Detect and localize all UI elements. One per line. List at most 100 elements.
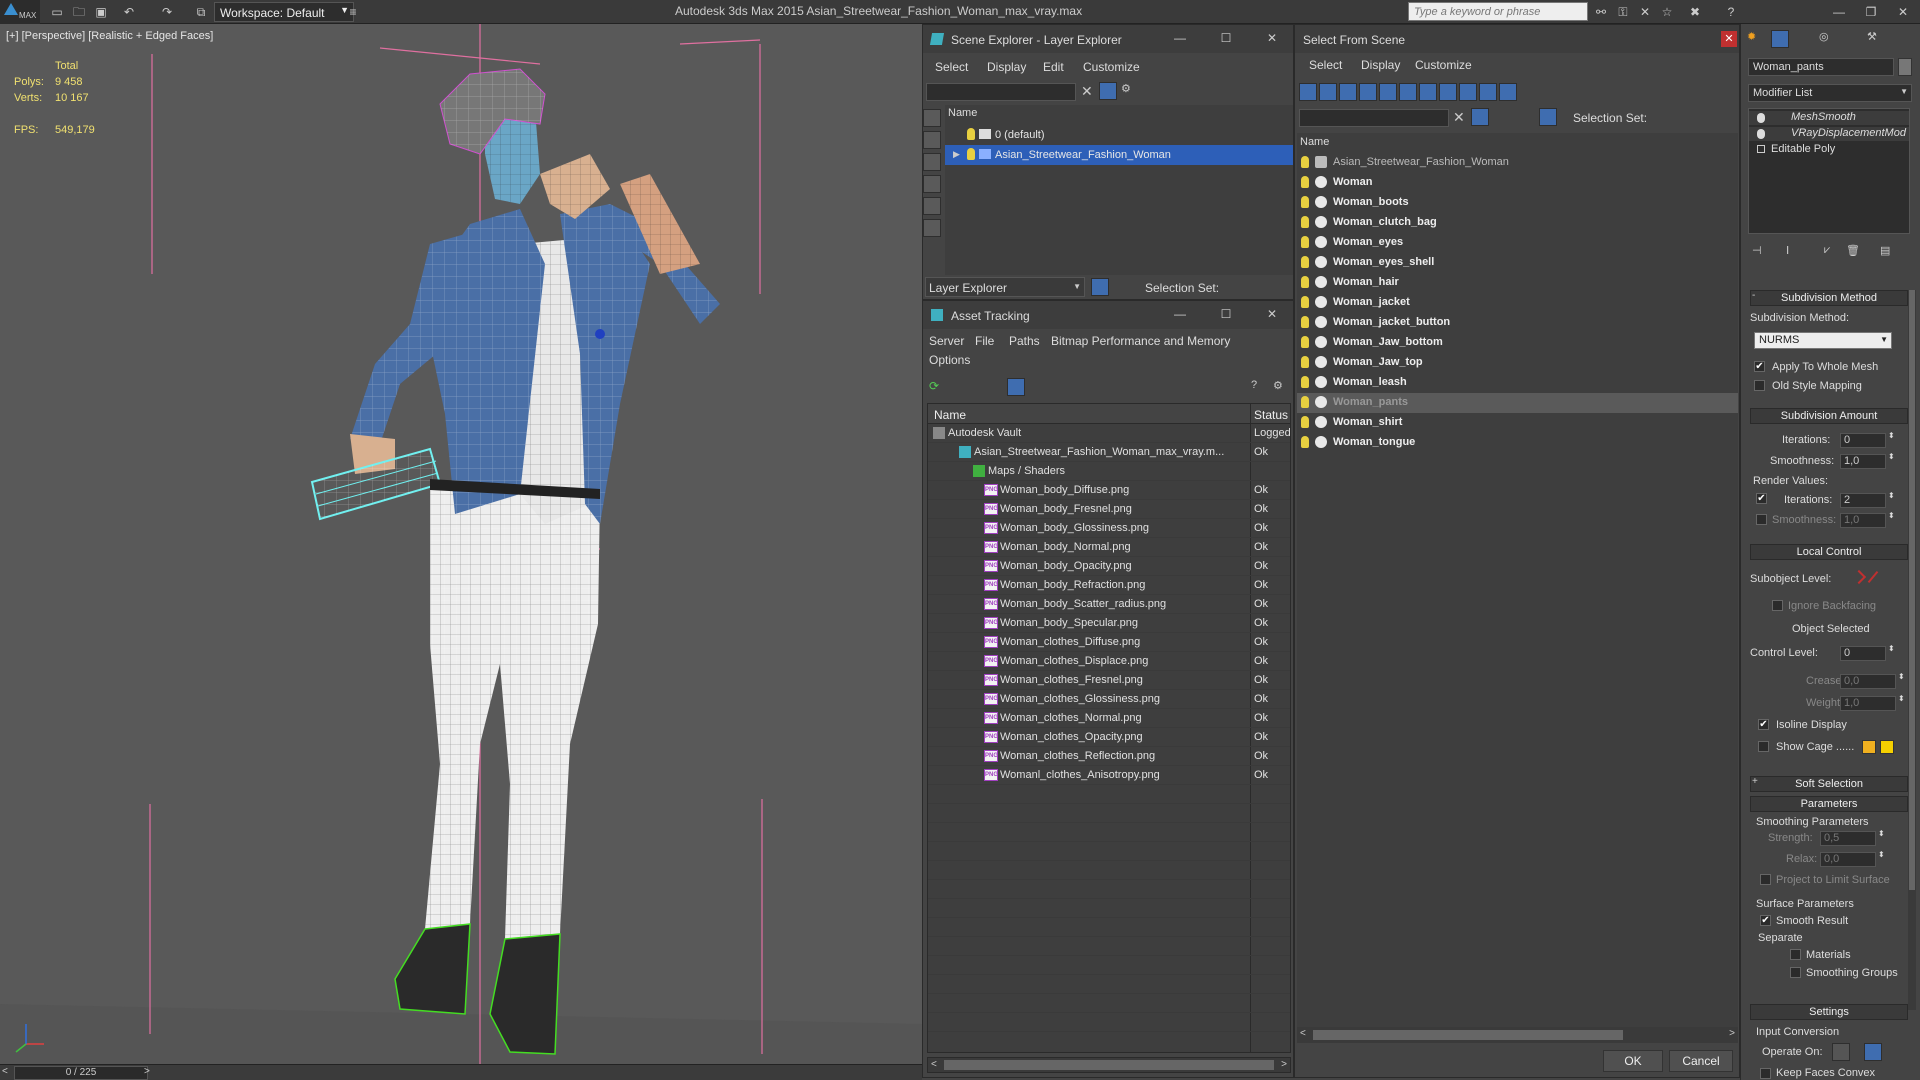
ignore-backfacing-checkbox[interactable] (1772, 600, 1783, 611)
app-logo[interactable]: MAX (0, 0, 40, 24)
menu-edit[interactable]: Edit (1043, 60, 1064, 74)
collapse-icon[interactable] (1665, 83, 1683, 101)
scroll-thumb[interactable] (1909, 290, 1915, 890)
spinner-arrows-icon[interactable]: ⬍ (1888, 452, 1895, 461)
menu-display[interactable]: Display (987, 60, 1026, 74)
subdivision-method-dropdown[interactable]: NURMS ▼ (1754, 332, 1892, 349)
asset-file-row[interactable]: PNG Woman_body_Fresnel.png Ok (928, 500, 1290, 519)
menu-bitmap-performance[interactable]: Bitmap Performance and Memory (1051, 334, 1230, 348)
object-row[interactable]: Woman_Jaw_bottom (1297, 333, 1738, 353)
make-unique-icon[interactable]: ⩗ (1824, 244, 1842, 262)
asset-file-row[interactable]: PNG Woman_body_Diffuse.png Ok (928, 481, 1290, 500)
light-bulb-icon[interactable] (1301, 216, 1309, 228)
object-row[interactable]: Woman_eyes (1297, 233, 1738, 253)
tools-icon[interactable]: ✖ (1686, 3, 1704, 21)
asset-vault-row[interactable]: Autodesk Vault Logged (928, 424, 1290, 443)
prev-frame-icon[interactable]: < (2, 1066, 8, 1077)
display-lights-icon[interactable] (923, 175, 941, 193)
light-bulb-icon[interactable] (1301, 416, 1309, 428)
asset-scene-row[interactable]: Asian_Streetwear_Fashion_Woman_max_vray.… (928, 443, 1290, 462)
close-icon[interactable]: ✕ (1721, 31, 1737, 47)
motion-tab-icon[interactable]: ◎ (1819, 30, 1837, 48)
table-view-icon[interactable] (1007, 378, 1025, 396)
rollout-local-control[interactable]: Local Control (1750, 544, 1908, 560)
display-cameras-icon[interactable] (923, 197, 941, 215)
bulb-icon[interactable] (1757, 113, 1765, 123)
bulb-icon[interactable] (1757, 129, 1765, 139)
display-shapes-icon[interactable] (1319, 83, 1337, 101)
column-header-name[interactable]: Name (1300, 136, 1329, 148)
collapse-icon[interactable]: - (1752, 290, 1755, 301)
new-file-icon[interactable]: ▭ (48, 3, 66, 21)
next-frame-icon[interactable]: > (144, 1066, 150, 1077)
display-geometry-icon[interactable] (1299, 83, 1317, 101)
stack-item-vray-displacement[interactable]: VRayDisplacementMod (1749, 127, 1909, 141)
pin-stack-icon[interactable]: ⊣ (1752, 244, 1770, 262)
render-smoothness-checkbox[interactable] (1756, 514, 1767, 525)
object-row[interactable]: Woman_jacket (1297, 293, 1738, 313)
spinner-arrows-icon[interactable]: ⬍ (1888, 491, 1895, 500)
layer-explorer-mode-icon[interactable] (1091, 278, 1109, 296)
hierarchy-icon[interactable] (1645, 83, 1663, 101)
light-bulb-icon[interactable] (1301, 436, 1309, 448)
light-bulb-icon[interactable] (1301, 156, 1309, 168)
hierarchy-tab-icon[interactable] (1795, 30, 1813, 48)
asset-file-row[interactable]: PNG Woman_clothes_Diffuse.png Ok (928, 633, 1290, 652)
cancel-button[interactable]: Cancel (1669, 1050, 1733, 1072)
asset-file-row[interactable]: PNG Woman_body_Normal.png Ok (928, 538, 1290, 557)
menu-server[interactable]: Server (929, 334, 964, 348)
object-color-swatch[interactable] (1898, 58, 1912, 76)
restore-icon[interactable]: ❐ (1862, 3, 1880, 21)
spinner-arrows-icon[interactable]: ⬍ (1888, 511, 1895, 520)
asset-file-row[interactable]: PNG Woman_body_Refraction.png Ok (928, 576, 1290, 595)
expand-icon[interactable] (1757, 145, 1765, 153)
select-all-icon[interactable] (1555, 83, 1573, 101)
rollout-subdivision-method[interactable]: Subdivision Method (1750, 290, 1908, 306)
spinner-arrows-icon[interactable]: ⬍ (1878, 829, 1885, 838)
display-xrefs-icon[interactable] (1439, 83, 1457, 101)
spinner-arrows-icon[interactable]: ⬍ (1898, 694, 1905, 703)
object-row[interactable]: Woman (1297, 173, 1738, 193)
utilities-tab-icon[interactable]: ⚒ (1867, 30, 1885, 48)
asset-file-row[interactable]: PNG Woman_clothes_Normal.png Ok (928, 709, 1290, 728)
light-bulb-icon[interactable] (1301, 276, 1309, 288)
display-shapes-icon[interactable] (923, 153, 941, 171)
close-icon[interactable]: ✕ (1265, 307, 1279, 321)
menu-expand-icon[interactable]: ≡ (344, 3, 362, 21)
clear-search-icon[interactable]: ✕ (1081, 83, 1093, 100)
refresh-icon[interactable]: ⟳ (929, 379, 947, 397)
key-icon[interactable]: ⚿ (1614, 3, 1632, 21)
asset-folder-row[interactable]: Maps / Shaders (928, 462, 1290, 481)
render-smoothness-spinner[interactable]: 1,0 (1840, 513, 1886, 528)
display-lights-icon[interactable] (1339, 83, 1357, 101)
asset-file-row[interactable]: PNG Womanl_clothes_Anisotropy.png Ok (928, 766, 1290, 785)
light-bulb-icon[interactable] (1301, 356, 1309, 368)
menu-customize[interactable]: Customize (1083, 60, 1140, 74)
menu-customize[interactable]: Customize (1415, 58, 1472, 72)
object-row[interactable]: Woman_Jaw_top (1297, 353, 1738, 373)
menu-file[interactable]: File (975, 334, 994, 348)
close-icon[interactable]: ✕ (1265, 31, 1279, 45)
stack-item-meshsmooth[interactable]: MeshSmooth (1749, 111, 1909, 125)
show-end-result-icon[interactable]: Ⅰ (1786, 244, 1804, 262)
display-tab-icon[interactable] (1843, 30, 1861, 48)
perspective-viewport[interactable]: [+] [Perspective] [Realistic + Edged Fac… (0, 24, 922, 1064)
object-row[interactable]: Asian_Streetwear_Fashion_Woman (1297, 153, 1738, 173)
asset-file-row[interactable]: PNG Woman_clothes_Opacity.png Ok (928, 728, 1290, 747)
smoothness-spinner[interactable]: 1,0 (1840, 454, 1886, 469)
configure-sets-icon[interactable]: ▤ (1880, 244, 1898, 262)
favorites-icon[interactable]: ☆ (1658, 3, 1676, 21)
menu-display[interactable]: Display (1361, 58, 1400, 72)
asset-file-row[interactable]: PNG Woman_clothes_Displace.png Ok (928, 652, 1290, 671)
menu-select[interactable]: Select (1309, 58, 1342, 72)
menu-select[interactable]: Select (935, 60, 968, 74)
display-geometry-icon[interactable] (923, 131, 941, 149)
strength-spinner[interactable]: 0,5 (1820, 831, 1876, 846)
light-bulb-icon[interactable] (1301, 336, 1309, 348)
scroll-left-icon[interactable]: < (1300, 1028, 1306, 1039)
smoothing-groups-checkbox[interactable] (1790, 967, 1801, 978)
light-bulb-icon[interactable] (1301, 196, 1309, 208)
expand-icon[interactable]: + (1752, 776, 1758, 787)
display-containers-icon[interactable] (1479, 83, 1497, 101)
modifier-list-dropdown[interactable]: Modifier List ▼ (1748, 84, 1912, 102)
